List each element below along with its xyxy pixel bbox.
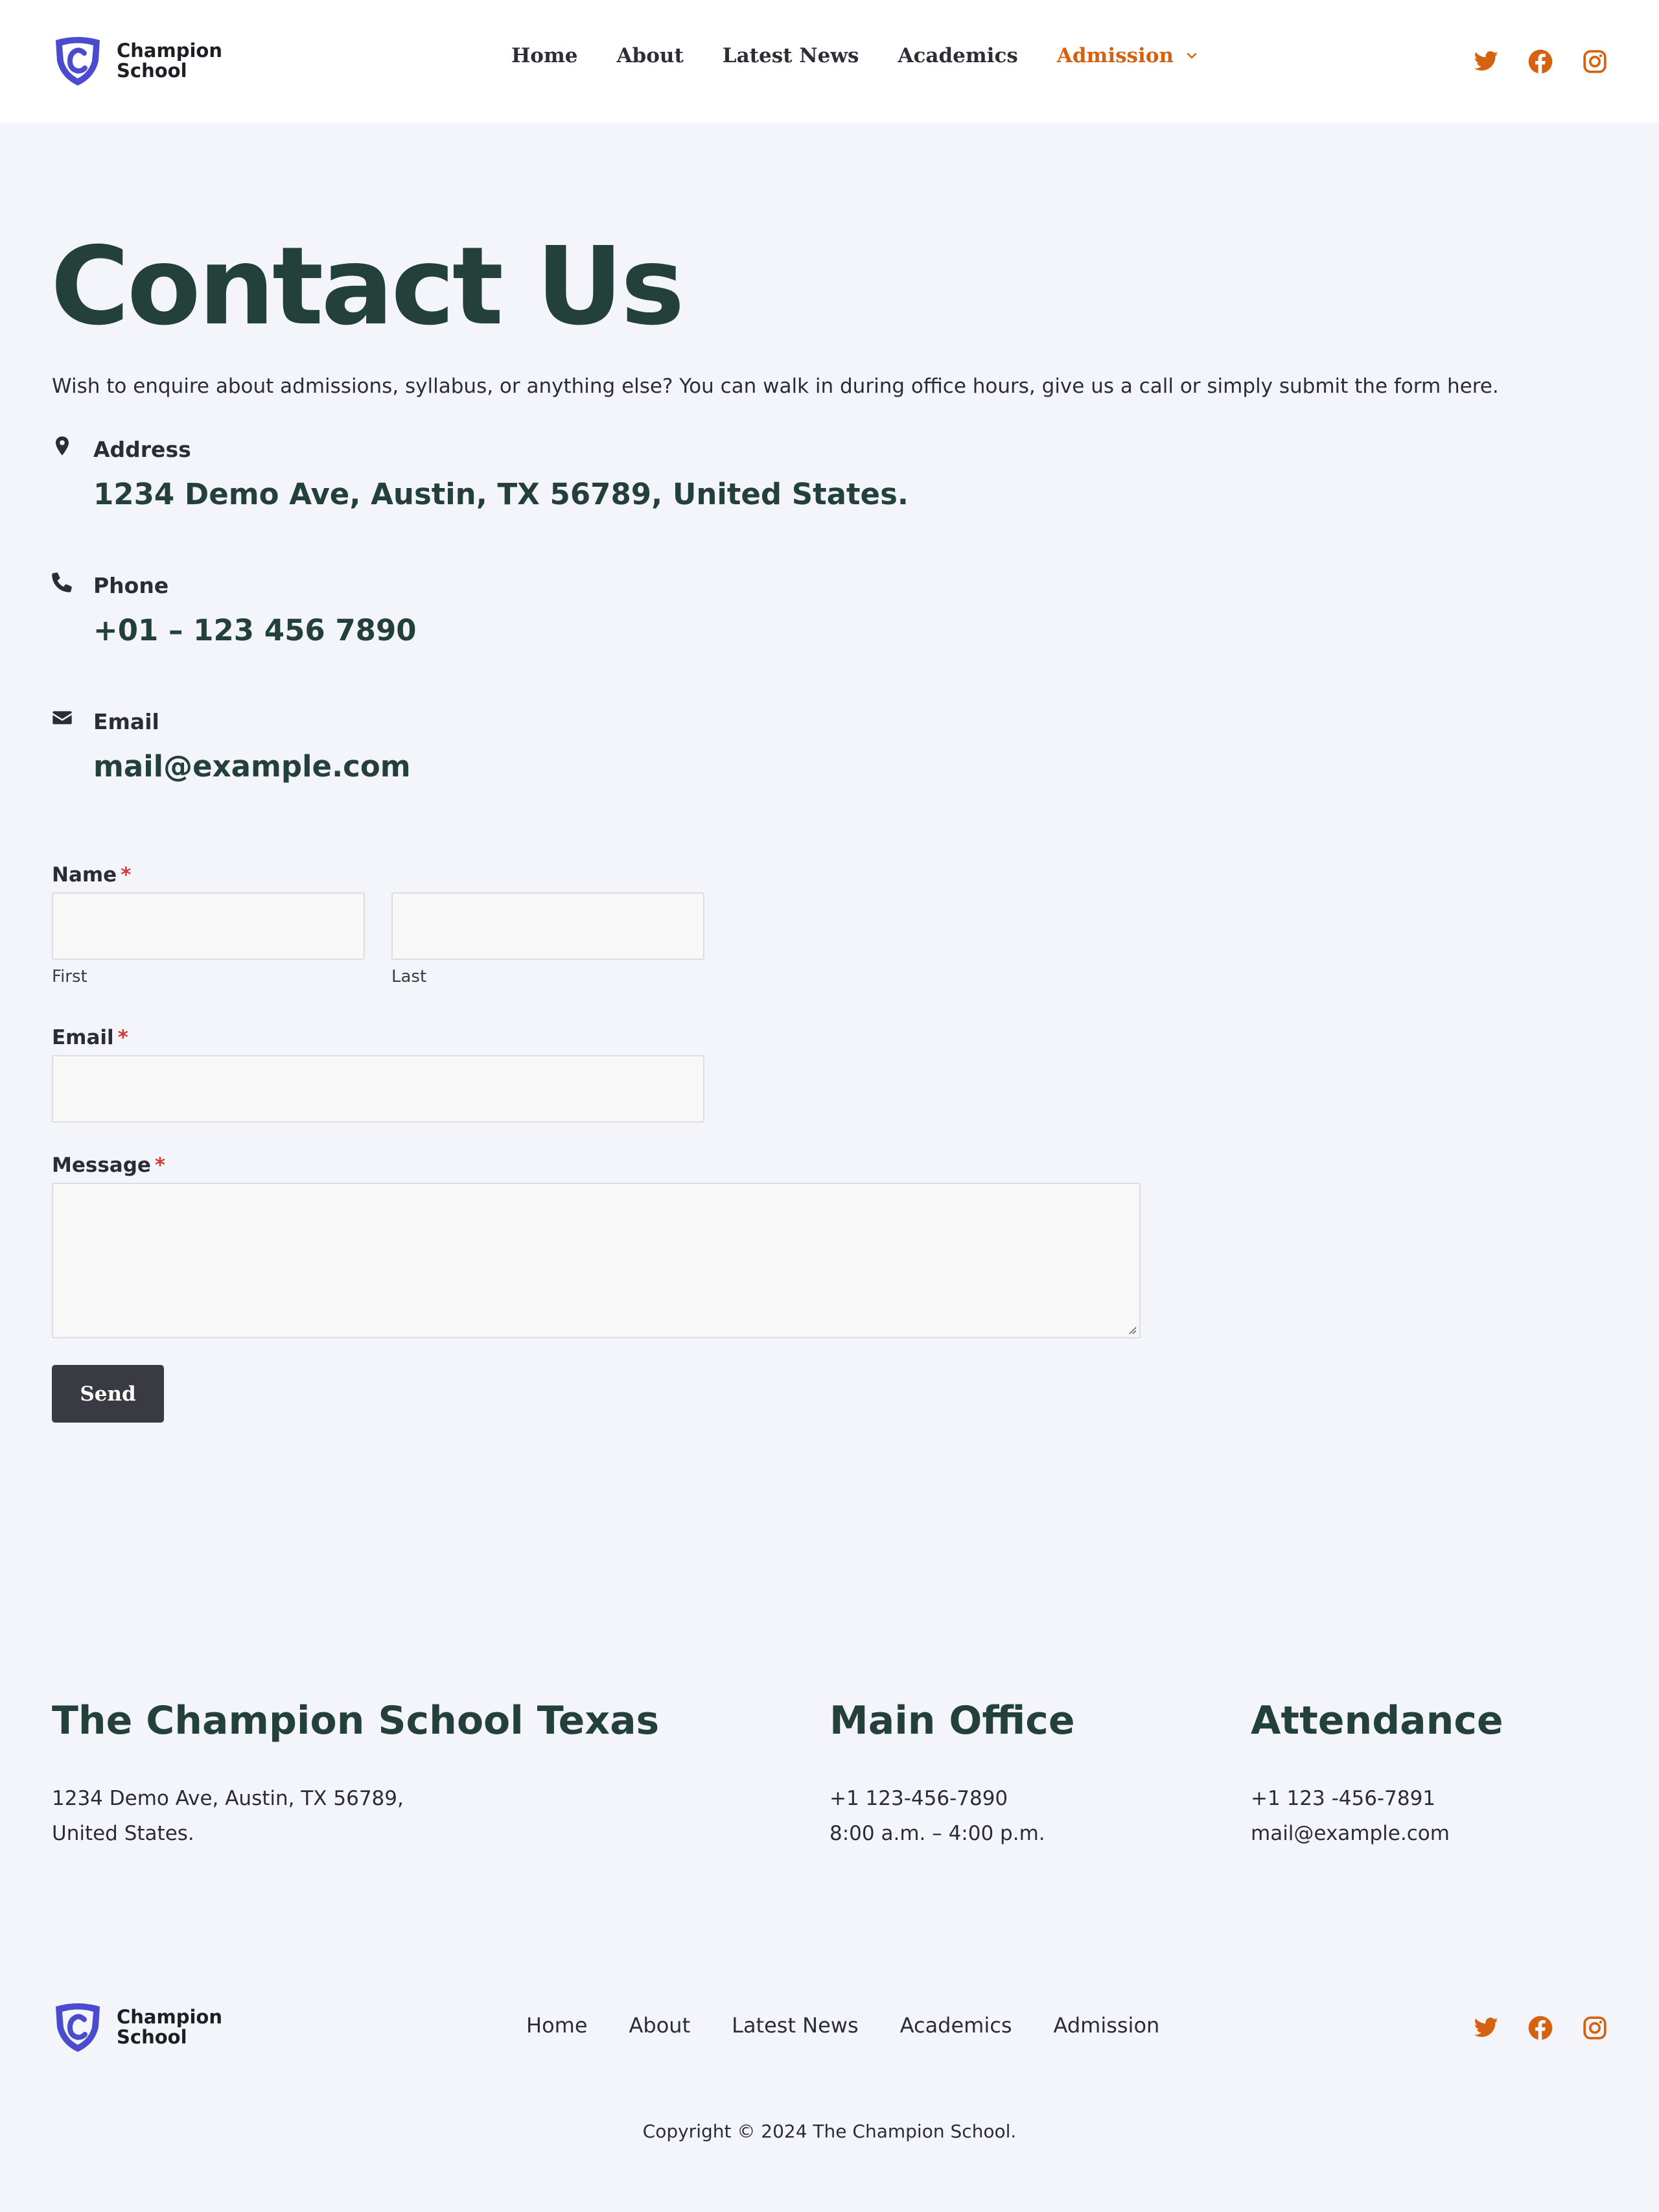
first-name-input[interactable] (52, 892, 365, 960)
footer-school-line-1: 1234 Demo Ave, Austin, TX 56789, (52, 1787, 404, 1810)
email-field-label-text: Email (52, 1026, 114, 1049)
site-header: Champion School Home About Latest News A… (0, 0, 1659, 122)
site-logo[interactable]: Champion School (52, 35, 222, 87)
footer-attendance-phone: +1 123 -456-7891 (1251, 1787, 1436, 1810)
twitter-icon[interactable] (1473, 49, 1499, 75)
name-field-label: Name * (52, 863, 131, 887)
facebook-icon[interactable] (1527, 49, 1553, 75)
footer-nav-academics[interactable]: Academics (900, 2013, 1012, 2038)
required-mark: * (117, 1026, 128, 1049)
address-label: Address (93, 437, 191, 462)
footer-nav-about[interactable]: About (629, 2013, 691, 2038)
footer-nav-latest-news[interactable]: Latest News (732, 2013, 859, 2038)
send-button[interactable]: Send (52, 1365, 164, 1423)
message-label-text: Message (52, 1154, 151, 1177)
footer-nav-home[interactable]: Home (526, 2013, 588, 2038)
nav-academics[interactable]: Academics (898, 44, 1017, 67)
required-mark: * (154, 1154, 166, 1177)
footer-logo-text: Champion School (117, 2007, 222, 2047)
footer-col-main-office: Main Office +1 123-456-7890 8:00 a.m. – … (830, 1698, 1075, 1851)
phone-icon (52, 572, 72, 592)
nav-admission-label: Admission (1056, 44, 1174, 67)
nav-about[interactable]: About (617, 44, 684, 67)
page-title: Contact Us (51, 224, 685, 349)
facebook-icon[interactable] (1527, 2015, 1553, 2041)
shield-logo-icon (56, 37, 100, 86)
footer-office-heading: Main Office (830, 1698, 1075, 1743)
email-input[interactable] (52, 1055, 704, 1123)
last-name-sublabel: Last (391, 967, 427, 986)
footer-nav: Home About Latest News Academics Admissi… (526, 2013, 1201, 2038)
required-mark: * (121, 863, 132, 887)
logo-text: Champion School (117, 41, 222, 81)
phone-value: +01 – 123 456 7890 (93, 613, 417, 647)
nav-home[interactable]: Home (511, 44, 578, 67)
name-label-text: Name (52, 863, 117, 887)
footer-logo-line-1: Champion (117, 2006, 222, 2028)
footer-col-attendance: Attendance +1 123 -456-7891 mail@example… (1251, 1698, 1503, 1851)
footer-attendance-email: mail@example.com (1251, 1822, 1450, 1845)
resize-handle-icon[interactable] (1126, 1324, 1137, 1334)
footer-school-heading: The Champion School Texas (52, 1698, 660, 1743)
footer-attendance-heading: Attendance (1251, 1698, 1503, 1743)
message-textarea[interactable] (52, 1183, 1141, 1338)
instagram-icon[interactable] (1582, 2015, 1608, 2041)
first-name-sublabel: First (52, 967, 87, 986)
email-label: Email (93, 709, 159, 734)
nav-latest-news[interactable]: Latest News (723, 44, 859, 67)
address-value: 1234 Demo Ave, Austin, TX 56789, United … (93, 477, 909, 511)
footer-nav-admission[interactable]: Admission (1054, 2013, 1160, 2038)
footer-socials (1473, 2015, 1608, 2041)
footer-office-phone: +1 123-456-7890 (830, 1787, 1008, 1810)
shield-logo-icon (56, 2003, 100, 2052)
message-field-label: Message * (52, 1154, 165, 1177)
footer-logo-line-2: School (117, 2026, 187, 2048)
intro-text: Wish to enquire about admissions, syllab… (52, 375, 1499, 398)
chevron-down-icon (1187, 52, 1197, 59)
footer-logo[interactable]: Champion School (52, 2001, 222, 2053)
map-pin-icon (56, 436, 69, 456)
header-socials (1473, 49, 1608, 75)
logo-line-2: School (117, 60, 187, 82)
instagram-icon[interactable] (1582, 49, 1608, 75)
footer-office-hours: 8:00 a.m. – 4:00 p.m. (830, 1822, 1045, 1845)
footer-col-school: The Champion School Texas 1234 Demo Ave,… (52, 1698, 659, 1851)
envelope-icon (52, 711, 72, 725)
email-value: mail@example.com (93, 749, 411, 784)
last-name-input[interactable] (391, 892, 704, 960)
logo-line-1: Champion (117, 40, 222, 62)
copyright-text: Copyright © 2024 The Champion School. (642, 2121, 1017, 2142)
email-field-label: Email * (52, 1026, 128, 1049)
twitter-icon[interactable] (1473, 2015, 1499, 2041)
nav-admission[interactable]: Admission (1057, 44, 1198, 67)
phone-label: Phone (93, 573, 169, 598)
footer-school-line-2: United States. (52, 1822, 194, 1845)
main-nav: Home About Latest News Academics Admissi… (511, 44, 1198, 67)
